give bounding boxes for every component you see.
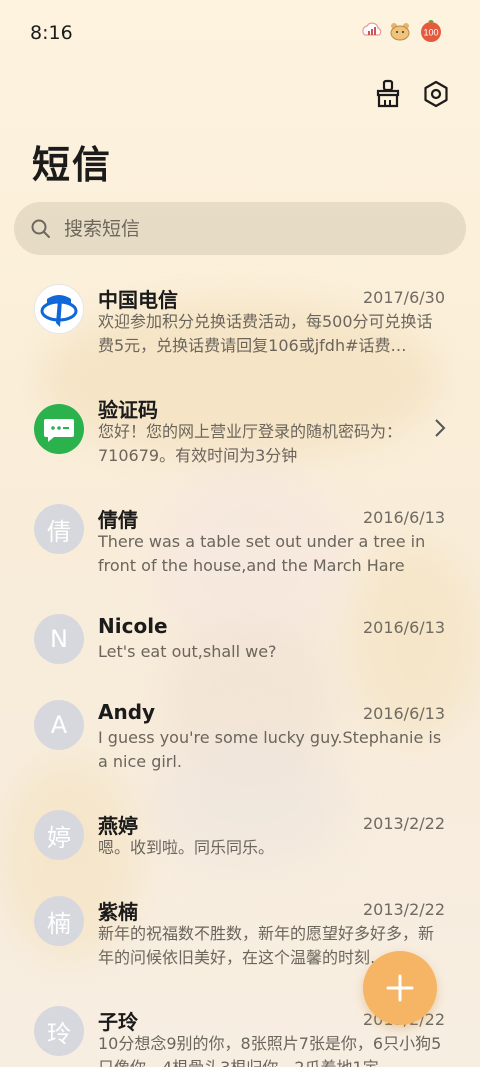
new-message-button[interactable] [363, 951, 437, 1025]
avatar: 玲 [34, 1006, 84, 1056]
status-icons: 100 [360, 20, 446, 42]
china-telecom-logo [34, 284, 84, 334]
message-date: 2016/6/13 [362, 508, 445, 527]
message-preview: 欢迎参加积分兑换话费活动，每500分可兑换话费5元，兑换话费请回复106或jfd… [98, 312, 433, 355]
contact-name: 子玲 [98, 1010, 138, 1034]
avatar: 倩 [34, 504, 84, 554]
signal-cloud-icon [360, 20, 384, 42]
plus-icon [386, 974, 414, 1002]
avatar: A [34, 700, 84, 750]
contact-name: 燕婷 [98, 814, 138, 838]
message-date: 2013/2/22 [362, 814, 445, 833]
message-row-andy[interactable]: A Andy 2016/6/13 I guess you're some luc… [0, 684, 480, 784]
avatar: N [34, 614, 84, 664]
search-icon [31, 219, 50, 238]
status-bar: 8:16 100 [0, 0, 480, 68]
contact-name: 中国电信 [98, 288, 178, 312]
settings-button[interactable] [420, 78, 452, 110]
message-preview: I guess you're some lucky guy.Stephanie … [98, 728, 442, 771]
sms-bubble-icon [34, 404, 84, 454]
battery-icon: 100 [416, 20, 446, 42]
message-row-verification-code[interactable]: 验证码 您好！您的网上营业厅登录的随机密码为：710679。有效时间为3分钟 [0, 378, 480, 478]
contact-name: Nicole [98, 614, 168, 638]
broom-icon [376, 79, 400, 108]
message-date: 2016/6/13 [362, 618, 445, 637]
message-preview-text: There was a table set out under a tree i… [98, 532, 426, 575]
message-date: 2017/6/30 [362, 288, 445, 307]
status-time: 8:16 [30, 22, 73, 44]
contact-name: 倩倩 [98, 508, 138, 532]
message-preview: There was a table set out under a tree i… [98, 530, 444, 578]
contact-name: Andy [98, 700, 156, 724]
contact-name: 紫楠 [98, 900, 138, 924]
message-preview: 您好！您的网上营业厅登录的随机密码为：710679。有效时间为3分钟 [98, 422, 403, 465]
message-row-qianqian[interactable]: 倩 倩倩 2016/6/13 There was a table set out… [0, 488, 480, 588]
message-preview: 嗯。收到啦。同乐同乐。 [98, 838, 275, 857]
search-input[interactable] [62, 216, 446, 241]
message-date: 2013/2/22 [362, 900, 445, 919]
contact-name: 验证码 [98, 398, 158, 422]
chevron-right-icon [435, 419, 446, 437]
message-preview: Let's eat out,shall we? [98, 642, 277, 661]
wifi-bear-icon [388, 20, 412, 42]
message-row-yanting[interactable]: 婷 燕婷 2013/2/22 嗯。收到啦。同乐同乐。 [0, 794, 480, 870]
search-bar[interactable] [14, 202, 466, 255]
page-title: 短信 [32, 143, 113, 187]
settings-icon [424, 80, 448, 108]
battery-level: 100 [423, 28, 438, 38]
avatar: 楠 [34, 896, 84, 946]
message-date: 2016/6/13 [362, 704, 445, 723]
message-preview: 10分想念9别的你，8张照片7张是你，6只小狗5只像你，4根骨头3根归你，2爪着… [98, 1034, 442, 1067]
message-row-china-telecom[interactable]: 中国电信 2017/6/30 欢迎参加积分兑换话费活动，每500分可兑换话费5元… [0, 268, 480, 368]
message-row-nicole[interactable]: N Nicole 2016/6/13 Let's eat out,shall w… [0, 598, 480, 674]
top-toolbar [372, 78, 452, 110]
clean-button[interactable] [372, 78, 404, 110]
avatar: 婷 [34, 810, 84, 860]
